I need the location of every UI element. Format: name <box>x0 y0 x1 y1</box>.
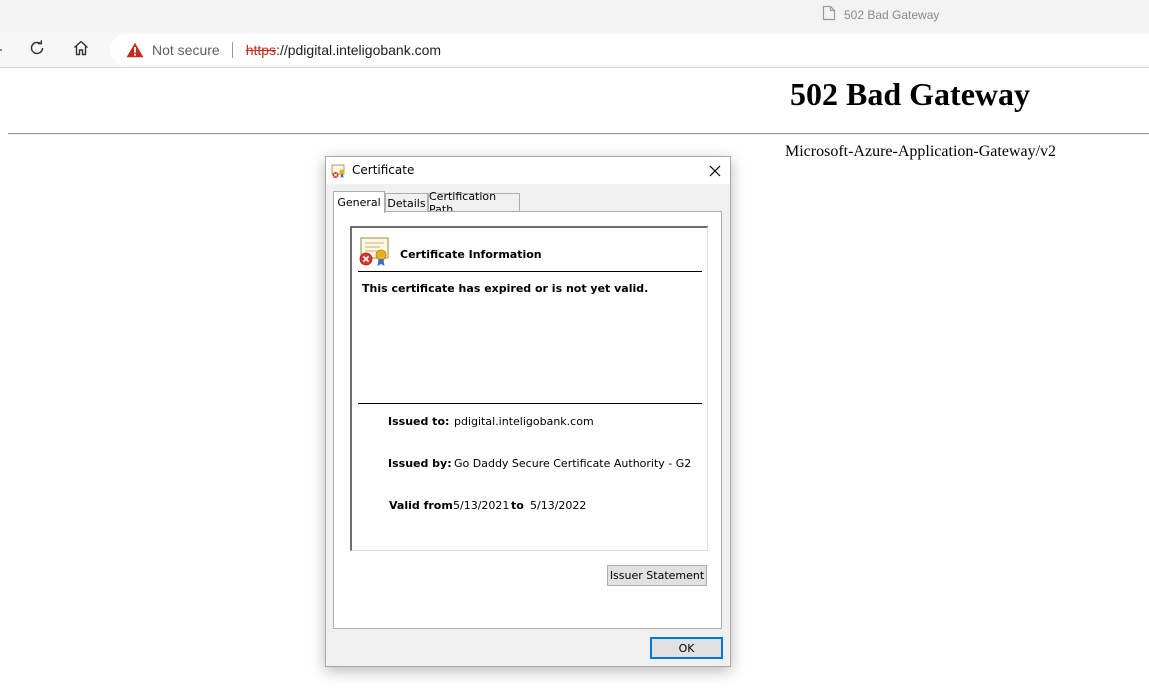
page-divider <box>8 133 1149 135</box>
home-button[interactable] <box>67 36 95 64</box>
refresh-icon <box>28 39 46 62</box>
dialog-titlebar[interactable]: Certificate <box>326 157 730 184</box>
browser-titlebar: 502 Bad Gateway <box>0 0 1149 32</box>
back-arrow-icon[interactable] <box>0 42 4 58</box>
home-icon <box>72 39 90 62</box>
tab-title: 502 Bad Gateway <box>844 8 940 22</box>
info-divider-top <box>358 271 702 272</box>
expired-message: This certificate has expired or is not y… <box>362 282 649 295</box>
refresh-button[interactable] <box>23 36 51 64</box>
url-host: ://pdigital.inteligobank.com <box>276 41 442 58</box>
tab-certification-path[interactable]: Certification Path <box>428 190 520 216</box>
ok-button[interactable]: OK <box>650 637 723 659</box>
browser-tab[interactable]: 502 Bad Gateway <box>822 4 939 26</box>
valid-to-value: 5/13/2022 <box>530 499 587 512</box>
issued-to-label: Issued to: <box>388 415 450 428</box>
security-status[interactable]: Not secure <box>152 42 220 58</box>
issued-by-label: Issued by: <box>388 457 452 470</box>
dialog-title: Certificate <box>352 163 415 177</box>
issuer-statement-button[interactable]: Issuer Statement <box>607 565 707 586</box>
certificate-error-icon <box>358 236 392 268</box>
certificate-info-title: Certificate Information <box>400 248 542 261</box>
browser-toolbar: Not secure https://pdigital.inteligobank… <box>0 32 1149 68</box>
valid-from-value: 5/13/2021 <box>453 499 510 512</box>
tab-details[interactable]: Details <box>385 193 428 212</box>
certificate-dialog: Certificate General Details Certificatio… <box>325 156 731 667</box>
certificate-info-box: Certificate Information This certificate… <box>350 226 708 551</box>
issued-to-value: pdigital.inteligobank.com <box>454 415 594 428</box>
valid-from-label: Valid from <box>389 499 453 512</box>
tab-general[interactable]: General <box>333 191 385 213</box>
info-divider-bottom <box>358 403 702 404</box>
certificate-small-icon <box>331 163 347 179</box>
general-panel: Certificate Information This certificate… <box>333 211 722 629</box>
address-divider <box>231 41 233 58</box>
issued-by-value: Go Daddy Secure Certificate Authority - … <box>454 457 692 470</box>
server-signature: Microsoft-Azure-Application-Gateway/v2 <box>785 143 1057 160</box>
url-text[interactable]: https://pdigital.inteligobank.com <box>246 42 441 58</box>
url-scheme: https <box>245 41 277 58</box>
valid-to-label: to <box>511 499 524 512</box>
address-bar[interactable]: Not secure https://pdigital.inteligobank… <box>110 34 1149 65</box>
page-title: 502 Bad Gateway <box>790 76 1030 112</box>
close-icon <box>709 162 721 181</box>
warning-icon[interactable] <box>126 41 144 59</box>
close-button[interactable] <box>700 160 730 182</box>
page-icon <box>822 5 836 26</box>
